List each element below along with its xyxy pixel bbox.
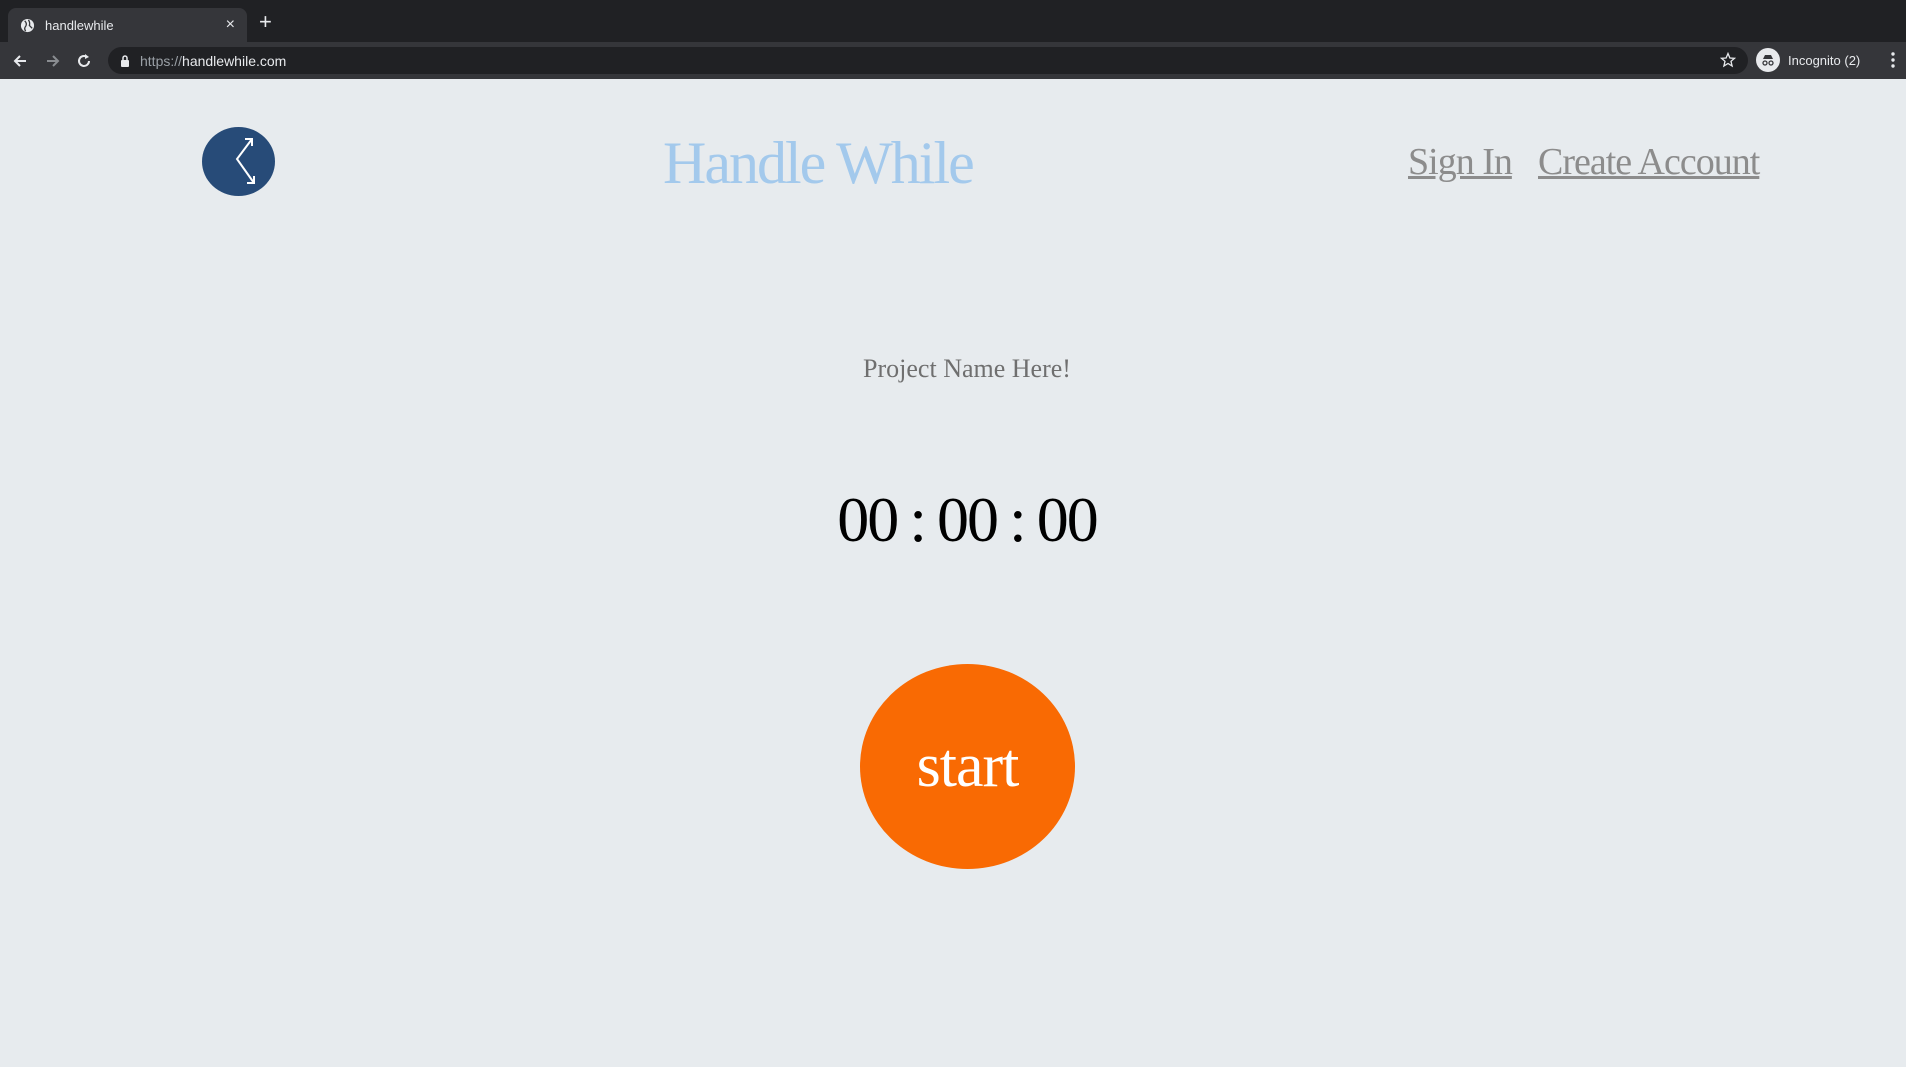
address-bar[interactable]: https://handlewhile.com <box>108 47 1748 74</box>
incognito-button[interactable]: Incognito (2) <box>1756 46 1860 74</box>
page-content: Handle While Sign In Create Account Proj… <box>0 79 1906 1067</box>
back-icon <box>13 55 26 67</box>
globe-icon <box>20 18 35 32</box>
browser-tab-strip: handlewhile × + <box>0 0 1906 42</box>
tab-close-icon[interactable]: × <box>226 17 235 33</box>
logo-arrows-icon <box>235 138 255 184</box>
lock-icon <box>121 54 129 67</box>
reload-button[interactable] <box>72 49 96 73</box>
forward-button[interactable] <box>41 49 65 73</box>
timer-seconds: 00 <box>1036 484 1099 555</box>
brand-title: Handle While <box>663 130 975 196</box>
url-host: handlewhile.com <box>182 52 287 69</box>
timer-minutes: 00 <box>937 484 999 555</box>
back-button[interactable] <box>8 49 32 73</box>
url-scheme: https:// <box>140 52 183 69</box>
create-account-link[interactable]: Create Account <box>1538 140 1760 184</box>
browser-toolbar: https://handlewhile.com Incognito (2) <box>0 42 1906 79</box>
timer-hours: 00 <box>837 484 899 555</box>
new-tab-button[interactable]: + <box>259 11 272 33</box>
tab-title: handlewhile <box>45 17 114 33</box>
incognito-icon <box>1756 48 1780 72</box>
forward-icon <box>47 55 60 67</box>
menu-icon[interactable] <box>1890 50 1896 70</box>
star-icon[interactable] <box>1720 52 1736 68</box>
project-name[interactable]: Project Name Here! <box>0 354 1906 384</box>
reload-icon <box>78 54 90 67</box>
incognito-label: Incognito (2) <box>1788 52 1861 68</box>
sign-in-link[interactable]: Sign In <box>1408 140 1513 184</box>
browser-tab[interactable]: handlewhile × <box>8 8 247 42</box>
timer-display: 00:00:00 <box>0 483 1906 557</box>
start-button[interactable]: start <box>860 664 1075 869</box>
timer-separator: : <box>1009 484 1027 555</box>
url-text: https://handlewhile.com <box>140 53 286 69</box>
timer-separator: : <box>909 484 927 555</box>
logo[interactable] <box>202 127 275 196</box>
